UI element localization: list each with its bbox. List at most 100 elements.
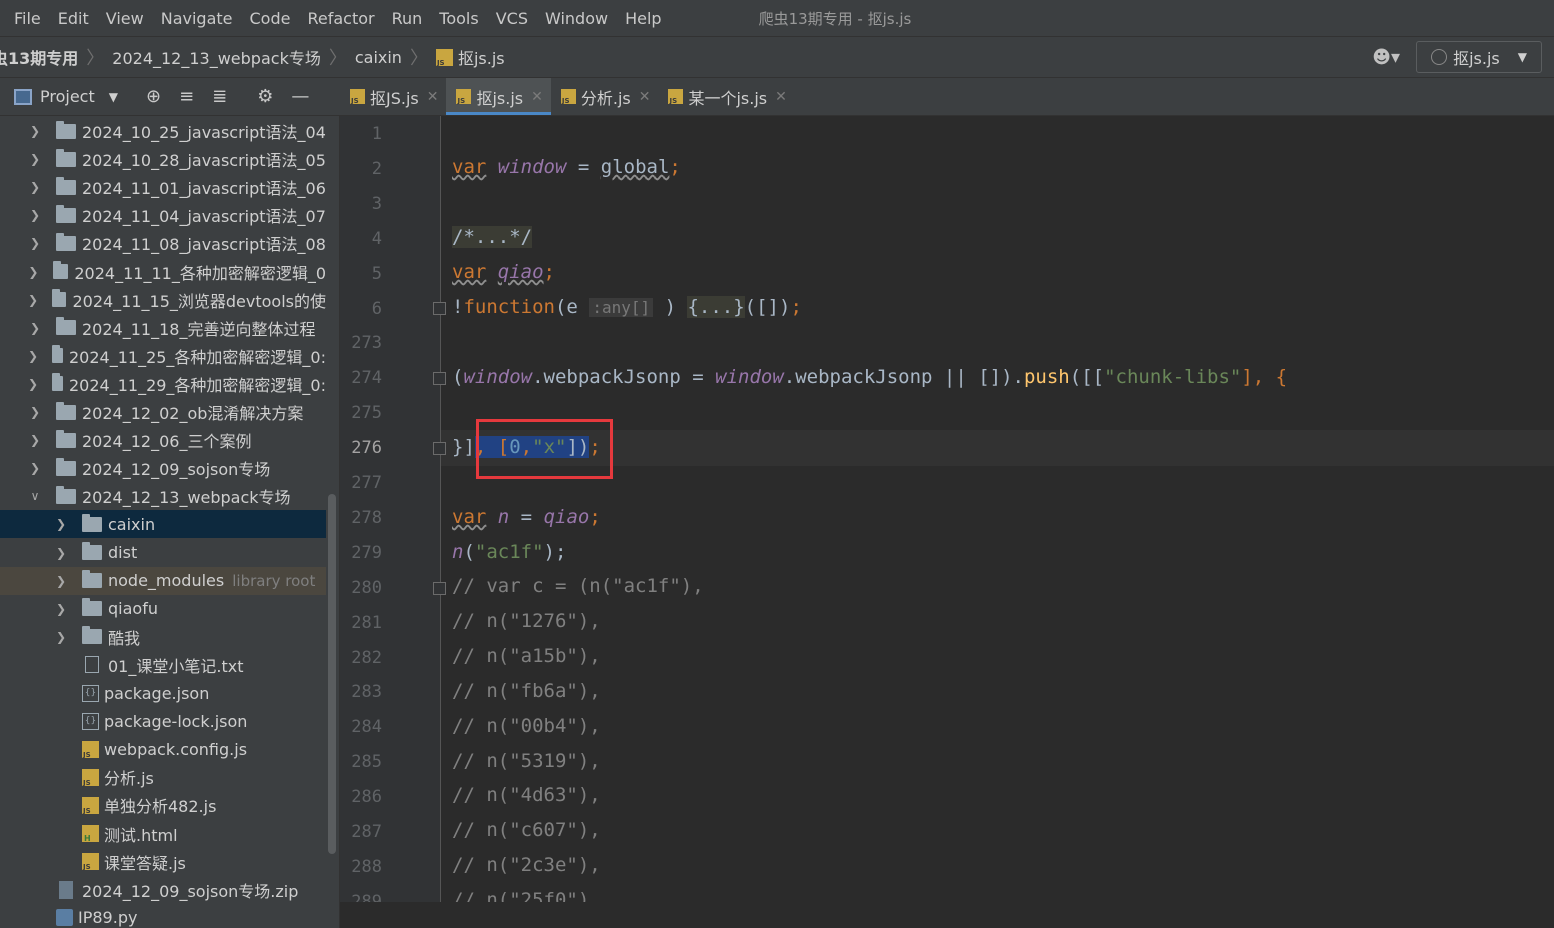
breadcrumb-subfolder[interactable]: caixin xyxy=(355,48,402,67)
collapse-all-icon[interactable]: ≣ xyxy=(212,86,227,107)
chevron-right-icon[interactable]: ❯ xyxy=(54,546,68,560)
chevron-right-icon[interactable]: ❯ xyxy=(28,124,42,138)
tree-item-label: 课堂答疑.js xyxy=(104,853,186,873)
tree-folder-item[interactable]: ❯ 2024_11_29_各种加密解密逻辑_0: xyxy=(0,370,326,398)
hide-icon[interactable]: — xyxy=(291,86,309,107)
close-icon[interactable]: ✕ xyxy=(775,89,787,105)
tree-folder-item[interactable]: ❯ 2024_11_15_浏览器devtools的使 xyxy=(0,286,326,314)
chevron-right-icon[interactable]: ❯ xyxy=(28,293,38,307)
locate-icon[interactable]: ⊕ xyxy=(146,86,161,107)
tab-analysis[interactable]: 分析.js ✕ xyxy=(551,78,659,115)
gear-icon[interactable]: ⚙ xyxy=(257,86,273,107)
folded-comment[interactable]: /*...*/ xyxy=(452,226,533,248)
tab-label: 抠js.js xyxy=(476,88,524,108)
menu-refactor[interactable]: Refactor xyxy=(299,9,383,28)
fold-toggle-icon[interactable] xyxy=(433,372,446,385)
tree-file-item[interactable]: 分析.js xyxy=(0,763,326,791)
tree-item-label: 2024_11_11_各种加密解密逻辑_0 xyxy=(74,263,326,283)
tree-folder-item[interactable]: ❯ 2024_11_25_各种加密解密逻辑_0: xyxy=(0,342,326,370)
code-editor[interactable]: 1 2 3 4 5 6 273 274 275 276 277 278 279 280 281 282 283 2… xyxy=(340,116,1554,902)
tree-folder-item[interactable]: ❯ dist xyxy=(0,539,326,567)
tree-folder-item[interactable]: ❯ 2024_10_28_javascript语法_05 xyxy=(0,145,326,173)
breadcrumb-file[interactable]: 抠js.js xyxy=(435,45,505,69)
menu-view[interactable]: View xyxy=(98,9,153,28)
chevron-right-icon[interactable]: ❯ xyxy=(28,461,42,475)
tree-file-item[interactable]: 01_课堂小笔记.txt xyxy=(0,651,326,679)
menu-edit[interactable]: Edit xyxy=(50,9,98,28)
chevron-right-icon[interactable]: ❯ xyxy=(54,517,68,531)
tree-folder-item[interactable]: ∨ 2024_12_13_webpack专场 xyxy=(0,482,326,510)
tree-folder-item[interactable]: ❯ 2024_11_04_javascript语法_07 xyxy=(0,201,326,229)
tree-folder-item[interactable]: ❯ 酷我 xyxy=(0,623,326,651)
tree-folder-item[interactable]: ❯ 2024_12_02_ob混淆解决方案 xyxy=(0,398,326,426)
tree-folder-item[interactable]: ❯ node_modules library root xyxy=(0,566,326,595)
tab-some-js[interactable]: 某一个js.js ✕ xyxy=(658,78,794,115)
chevron-right-icon[interactable]: ❯ xyxy=(28,377,38,391)
tree-file-item[interactable]: webpack.config.js xyxy=(0,735,326,763)
tab-kou-js[interactable]: 抠js.js ✕ xyxy=(446,78,552,115)
tab-kou-JS[interactable]: 抠JS.js ✕ xyxy=(340,78,446,115)
menu-window[interactable]: Window xyxy=(537,9,617,28)
tree-file-item[interactable]: 单独分析482.js xyxy=(0,791,326,819)
folded-function-body[interactable]: {...} xyxy=(687,296,745,318)
close-icon[interactable]: ✕ xyxy=(639,89,651,105)
js-file-icon xyxy=(668,89,684,105)
tree-folder-item[interactable]: ❯ 2024_11_18_完善逆向整体过程 xyxy=(0,314,326,342)
chevron-right-icon[interactable]: ❯ xyxy=(28,236,42,250)
tree-folder-item[interactable]: ❯ 2024_12_06_三个案例 xyxy=(0,426,326,454)
tree-file-item[interactable]: {} package.json xyxy=(0,679,326,707)
tree-folder-item[interactable]: ❯ 2024_12_09_sojson专场 xyxy=(0,454,326,482)
chevron-right-icon[interactable]: ❯ xyxy=(28,265,39,279)
tree-folder-item[interactable]: ❯ caixin xyxy=(0,510,326,539)
fold-toggle-icon[interactable] xyxy=(433,582,446,595)
chevron-right-icon[interactable]: ❯ xyxy=(28,405,42,419)
menu-code[interactable]: Code xyxy=(242,9,300,28)
code-line: var window = global; xyxy=(452,156,681,178)
chevron-down-icon[interactable]: ▼ xyxy=(109,90,118,104)
menu-run[interactable]: Run xyxy=(384,9,432,28)
menu-file[interactable]: File xyxy=(0,9,50,28)
tree-folder-item[interactable]: ❯ 2024_11_11_各种加密解密逻辑_0 xyxy=(0,258,326,286)
chevron-down-icon[interactable]: ∨ xyxy=(28,489,42,503)
breadcrumb-folder[interactable]: 2024_12_13_webpack专场 xyxy=(112,45,321,69)
chevron-right-icon[interactable]: ❯ xyxy=(28,208,42,222)
tree-file-item[interactable]: 课堂答疑.js xyxy=(0,848,326,876)
tree-item-label: node_modules xyxy=(108,571,225,591)
chevron-right-icon[interactable]: ❯ xyxy=(28,152,42,166)
library-root-note: library root xyxy=(232,571,316,590)
folder-icon xyxy=(56,204,76,223)
line-number: 6 xyxy=(371,298,382,319)
tree-file-item[interactable]: {} package-lock.json xyxy=(0,707,326,735)
breadcrumb-project[interactable]: 虫13期专用 xyxy=(0,45,78,69)
close-icon[interactable]: ✕ xyxy=(427,89,439,105)
chevron-right-icon[interactable]: ❯ xyxy=(28,349,38,363)
tree-folder-item[interactable]: ❯ 2024_11_08_javascript语法_08 xyxy=(0,229,326,257)
expand-all-icon[interactable]: ≡ xyxy=(179,86,194,107)
tree-file-item[interactable]: 测试.html xyxy=(0,820,326,848)
chevron-right-icon[interactable]: ❯ xyxy=(54,602,68,616)
tree-file-item[interactable]: IP89.py xyxy=(0,904,326,928)
tree-file-item[interactable]: 2024_12_09_sojson专场.zip xyxy=(0,876,326,904)
tree-folder-item[interactable]: ❯ 2024_11_01_javascript语法_06 xyxy=(0,173,326,201)
chevron-right-icon[interactable]: ❯ xyxy=(28,180,42,194)
menu-help[interactable]: Help xyxy=(617,9,670,28)
menu-navigate[interactable]: Navigate xyxy=(153,9,242,28)
run-configuration-dropdown[interactable]: 抠js.js ▼ xyxy=(1416,41,1542,73)
close-icon[interactable]: ✕ xyxy=(531,89,543,105)
tree-folder-item[interactable]: ❯ qiaofu xyxy=(0,595,326,623)
project-scrollbar[interactable] xyxy=(328,494,336,854)
menu-vcs[interactable]: VCS xyxy=(488,9,537,28)
chevron-right-icon[interactable]: ❯ xyxy=(54,574,68,588)
code-comment-line: // n("25f0") xyxy=(452,889,590,902)
fold-toggle-icon[interactable] xyxy=(433,302,446,315)
user-icon[interactable]: ☻▾ xyxy=(1372,47,1400,68)
folder-icon xyxy=(56,485,76,504)
chevron-right-icon[interactable]: ❯ xyxy=(54,630,68,644)
chevron-right-icon[interactable]: ❯ xyxy=(28,433,42,447)
tree-item-label: 2024_11_01_javascript语法_06 xyxy=(82,179,326,199)
chevron-right-icon[interactable]: ❯ xyxy=(28,321,42,335)
menu-tools[interactable]: Tools xyxy=(431,9,487,28)
tree-folder-item[interactable]: ❯ 2024_10_25_javascript语法_04 xyxy=(0,117,326,145)
project-panel-title[interactable]: Project xyxy=(40,87,95,106)
fold-toggle-icon[interactable] xyxy=(433,442,446,455)
